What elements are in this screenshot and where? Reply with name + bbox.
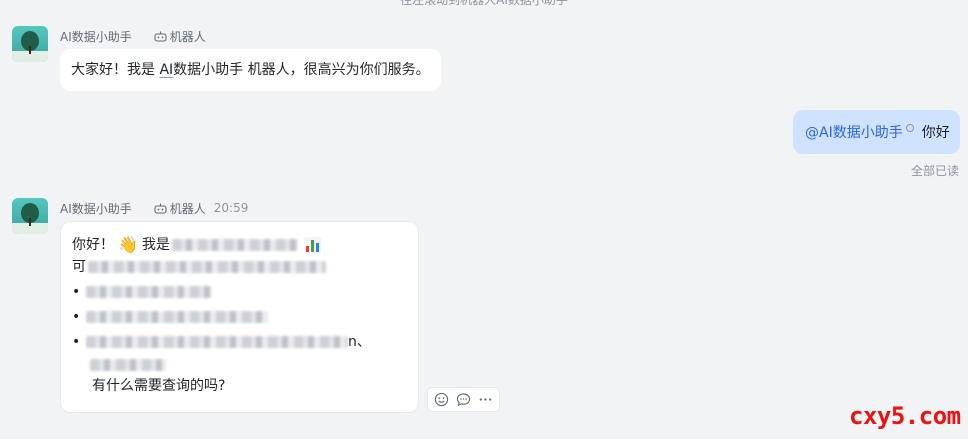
redacted-text (90, 359, 166, 371)
robot-icon (154, 31, 167, 42)
read-status[interactable]: 全部已读 (911, 162, 959, 179)
line-start-text: 可 (72, 259, 86, 275)
bullet: • (72, 284, 81, 300)
more-icon[interactable] (476, 391, 494, 409)
mention-link[interactable]: @AI数据小助手 (805, 122, 903, 142)
message-line: 可 (72, 256, 326, 278)
list-item-tail: n、 (348, 334, 371, 350)
tree-icon (12, 31, 48, 62)
message-actions-bar (427, 387, 500, 412)
status-circle-icon (905, 124, 914, 132)
my-message-text: 你好 (921, 125, 950, 141)
intro-text: 我是 (141, 237, 170, 253)
mention-link[interactable]: AI (159, 62, 173, 78)
bar-chart-icon (303, 237, 321, 253)
robot-icon (154, 203, 167, 214)
top-hint: 往左滚动到机器人AI数据小助手 (400, 0, 568, 7)
bot-badge-label: 机器人 (169, 29, 206, 44)
message-bubble[interactable]: 大家好！我是 AI数据小助手 机器人，很高兴为你们服务。 (60, 49, 441, 91)
tree-icon (12, 203, 48, 234)
message-header: AI数据小助手 机器人 20:59 (60, 199, 248, 217)
chat-window: 往左滚动到机器人AI数据小助手 AI数据小助手 机器人 大家好！我是 AI数据小… (0, 0, 968, 439)
reply-icon[interactable] (454, 391, 472, 409)
message-text-suffix: 数据小助手 机器人，很高兴为你们服务。 (173, 62, 430, 78)
bullet: • (72, 334, 81, 350)
list-item: • n、 (72, 331, 371, 353)
message-line: 你好！ 👋 我是 (72, 234, 407, 256)
bot-avatar[interactable] (12, 26, 48, 62)
redacted-text (171, 239, 298, 251)
list-item: • (72, 281, 212, 303)
message-time: 20:59 (213, 201, 249, 215)
bot-badge: 机器人 (151, 28, 208, 44)
reaction-icon[interactable] (433, 391, 451, 409)
list-item: • (72, 306, 268, 328)
message-text-prefix: 大家好！我是 (71, 62, 160, 78)
message-bubble[interactable]: 你好！ 👋 我是 可 • • • n、 有什么需要查询的吗? (60, 221, 419, 413)
greeting-text: 你好！ (72, 237, 114, 253)
wave-emoji: 👋 (118, 235, 138, 254)
sender-name[interactable]: AI数据小助手 (60, 200, 132, 217)
redacted-text (86, 336, 348, 348)
redacted-text (88, 261, 326, 273)
message-line: 有什么需要查询的吗? (92, 375, 225, 397)
watermark: cxy5.com (849, 402, 961, 430)
redacted-text (86, 286, 212, 298)
my-message-bubble[interactable]: @AI数据小助手 你好 (793, 110, 960, 154)
redacted-text (86, 311, 268, 323)
bot-badge-label: 机器人 (169, 201, 206, 216)
bot-badge: 机器人 (151, 200, 208, 216)
sender-name[interactable]: AI数据小助手 (60, 28, 132, 45)
message-header: AI数据小助手 机器人 (60, 27, 208, 45)
message-line (90, 354, 166, 376)
bot-avatar[interactable] (12, 198, 48, 234)
bullet: • (72, 309, 81, 325)
closing-text: 有什么需要查询的吗? (92, 378, 226, 394)
